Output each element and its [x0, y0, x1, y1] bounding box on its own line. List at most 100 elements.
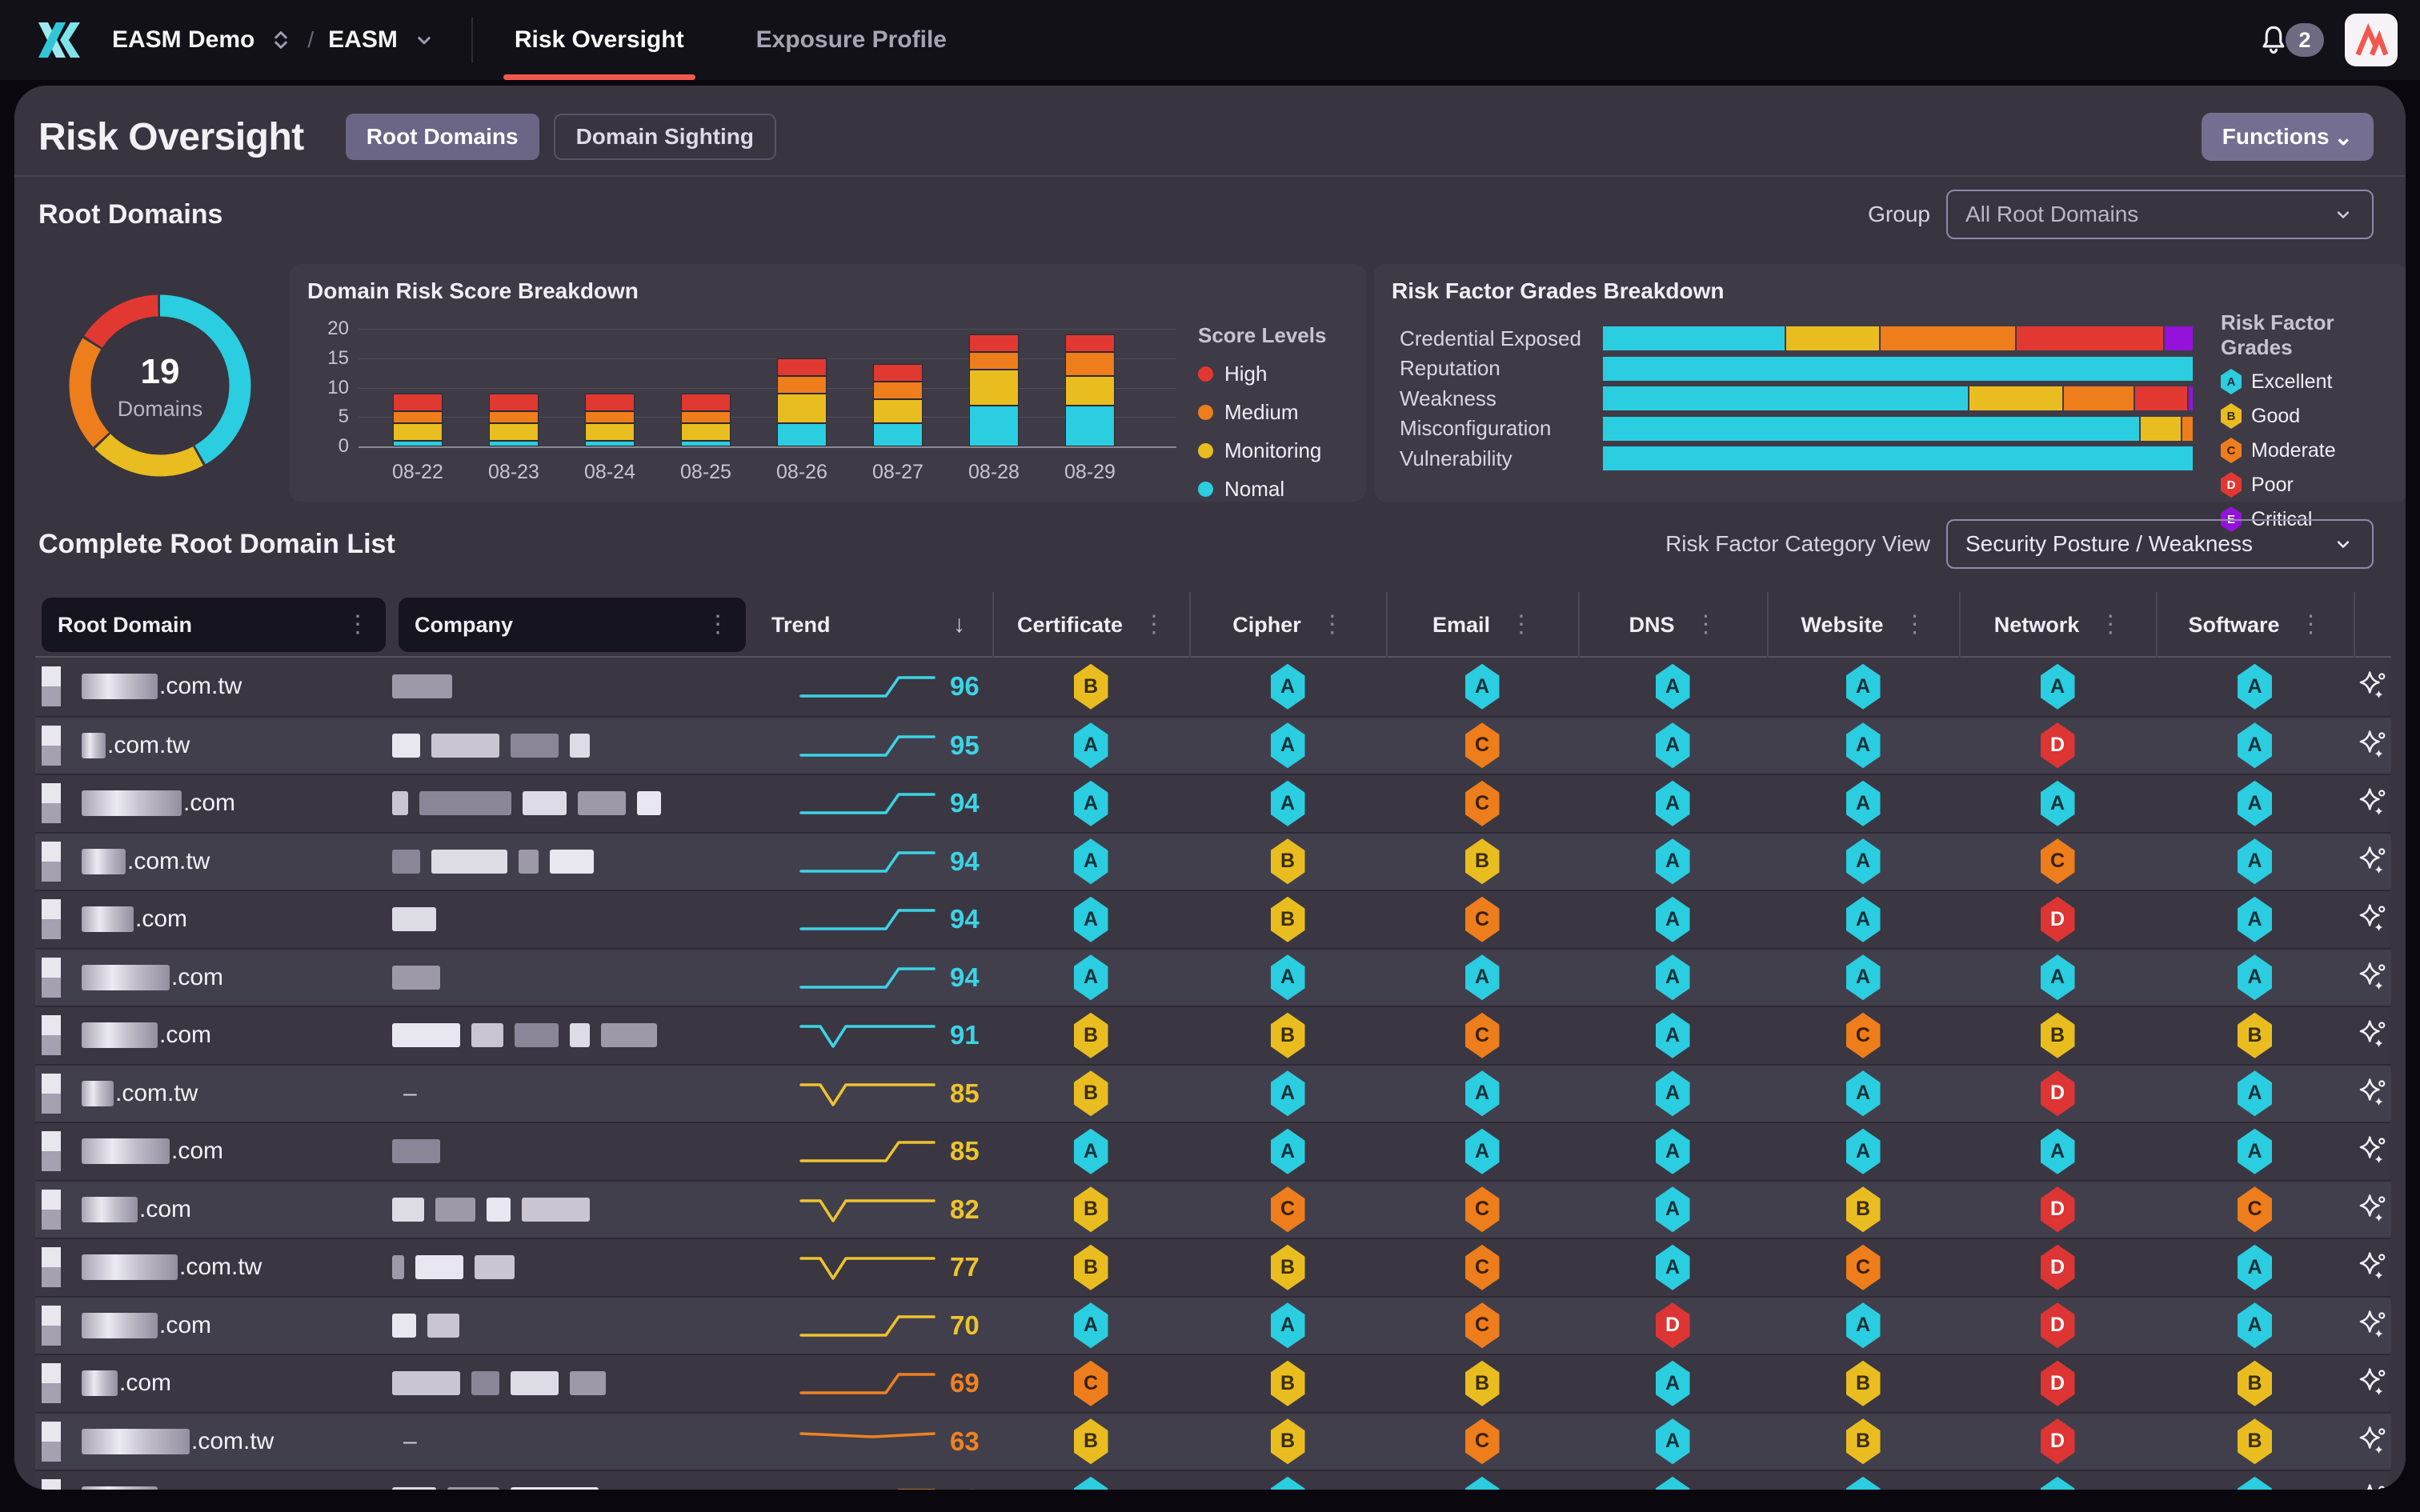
sparkles-action-icon[interactable]	[2358, 962, 2387, 994]
grade-badge-d[interactable]: D	[2041, 1302, 2075, 1348]
grade-badge-a[interactable]: A	[2238, 781, 2272, 826]
grade-badge-b[interactable]: B	[2238, 1361, 2272, 1406]
grade-badge-a[interactable]: A	[1271, 1070, 1305, 1116]
grade-badge-d[interactable]: D	[2041, 1418, 2075, 1464]
grade-badge-c[interactable]: C	[1465, 722, 1500, 768]
grade-badge-a[interactable]: A	[1271, 1477, 1305, 1490]
grade-badge-a[interactable]: A	[2041, 664, 2075, 710]
app-logo-icon[interactable]	[34, 14, 85, 66]
column-menu-icon[interactable]: ⋮	[1509, 616, 1533, 634]
grade-badge-a[interactable]: A	[1074, 1302, 1108, 1348]
sparkles-action-icon[interactable]	[2358, 1310, 2387, 1342]
grade-badge-a[interactable]: A	[1656, 781, 1690, 826]
grade-badge-b[interactable]: B	[1271, 1361, 1305, 1406]
grade-badge-b[interactable]: B	[1271, 1013, 1305, 1058]
root-domain-cell[interactable]: .com	[35, 950, 392, 1006]
grade-badge-a[interactable]: A	[2238, 954, 2272, 1000]
sort-desc-icon[interactable]: ↓	[953, 611, 965, 638]
root-domain-cell[interactable]: .com.tw	[35, 834, 392, 890]
sparkles-action-icon[interactable]	[2358, 730, 2387, 762]
table-row[interactable]: .com94AACAAAA	[35, 774, 2391, 832]
column-menu-icon[interactable]: ⋮	[2299, 616, 2323, 634]
sparkles-action-icon[interactable]	[2358, 1019, 2387, 1051]
root-domain-cell[interactable]: .com.tw	[35, 1414, 392, 1470]
grade-badge-a[interactable]: A	[1074, 954, 1108, 1000]
column-header-root-domain[interactable]: Root Domain⋮	[42, 598, 386, 652]
grade-badge-a[interactable]: A	[1656, 1129, 1690, 1174]
grade-badge-b[interactable]: B	[1074, 1186, 1108, 1232]
risk-factor-category-select[interactable]: Security Posture / Weakness	[1946, 519, 2374, 569]
grade-badge-a[interactable]: A	[1846, 664, 1881, 710]
toggle-domain-sighting[interactable]: Domain Sighting	[554, 114, 776, 160]
grade-badge-c[interactable]: C	[1465, 1013, 1500, 1058]
root-domain-cell[interactable]: .com	[35, 1471, 392, 1490]
grade-badge-b[interactable]: B	[1271, 897, 1305, 942]
selector-updown-icon[interactable]	[269, 28, 293, 52]
column-header-company[interactable]: Company⋮	[399, 598, 746, 652]
grade-badge-a[interactable]: A	[1074, 1477, 1108, 1490]
column-header-network[interactable]: Network⋮	[1959, 592, 2156, 658]
grade-badge-c[interactable]: C	[1465, 897, 1500, 942]
grade-badge-a[interactable]: A	[1656, 838, 1690, 884]
grade-badge-a[interactable]: A	[1074, 722, 1108, 768]
grade-badge-a[interactable]: A	[1656, 1477, 1690, 1490]
avatar[interactable]	[2345, 14, 2398, 66]
grade-badge-a[interactable]: A	[1656, 954, 1690, 1000]
grade-badge-a[interactable]: A	[2238, 722, 2272, 768]
grade-badge-a[interactable]: A	[1846, 1302, 1881, 1348]
chevron-down-icon[interactable]	[412, 28, 436, 52]
table-row[interactable]: .com91BBCACBB	[35, 1006, 2391, 1064]
grade-badge-a[interactable]: A	[1846, 1070, 1881, 1116]
grade-badge-a[interactable]: A	[1271, 664, 1305, 710]
grade-badge-a[interactable]: A	[2238, 897, 2272, 942]
table-row[interactable]: .com70AACDADA	[35, 1296, 2391, 1354]
table-row[interactable]: .com.tw95AACAADA	[35, 716, 2391, 774]
grade-badge-c[interactable]: C	[1465, 781, 1500, 826]
grade-badge-d[interactable]: D	[2041, 1070, 2075, 1116]
grade-badge-a[interactable]: A	[1271, 1129, 1305, 1174]
grade-badge-a[interactable]: A	[1465, 1129, 1500, 1174]
grade-badge-a[interactable]: A	[2238, 838, 2272, 884]
grade-badge-a[interactable]: A	[1271, 781, 1305, 826]
column-header-website[interactable]: Website⋮	[1767, 592, 1959, 658]
grade-badge-c[interactable]: C	[1465, 1186, 1500, 1232]
grade-badge-a[interactable]: A	[1074, 781, 1108, 826]
sparkles-action-icon[interactable]	[2358, 787, 2387, 819]
grade-badge-b[interactable]: B	[1074, 1245, 1108, 1290]
root-domain-cell[interactable]: .com	[35, 1123, 392, 1180]
grade-badge-a[interactable]: A	[2238, 1129, 2272, 1174]
grade-badge-d[interactable]: D	[2041, 722, 2075, 768]
grade-badge-c[interactable]: C	[1271, 1186, 1305, 1232]
root-domain-cell[interactable]: .com.tw	[35, 718, 392, 774]
grade-badge-c[interactable]: C	[1465, 1302, 1500, 1348]
tab-exposure-profile[interactable]: Exposure Profile	[756, 0, 947, 80]
root-domain-cell[interactable]: .com	[35, 891, 392, 948]
grade-badge-a[interactable]: A	[1656, 1186, 1690, 1232]
grade-badge-a[interactable]: A	[1271, 722, 1305, 768]
grade-badge-d[interactable]: D	[1656, 1302, 1690, 1348]
grade-badge-b[interactable]: B	[2238, 1418, 2272, 1464]
grade-badge-a[interactable]: A	[1846, 1477, 1881, 1490]
grade-badge-c[interactable]: C	[1074, 1361, 1108, 1406]
grade-badge-c[interactable]: C	[1465, 1418, 1500, 1464]
column-header-cipher[interactable]: Cipher⋮	[1189, 592, 1386, 658]
sparkles-action-icon[interactable]	[2358, 1194, 2387, 1226]
grade-badge-b[interactable]: B	[1271, 838, 1305, 884]
project-name[interactable]: EASM	[328, 26, 398, 54]
column-header-certificate[interactable]: Certificate⋮	[992, 592, 1189, 658]
column-menu-icon[interactable]: ⋮	[706, 616, 730, 634]
grade-badge-c[interactable]: C	[1846, 1245, 1881, 1290]
org-name[interactable]: EASM Demo	[112, 26, 254, 54]
column-menu-icon[interactable]: ⋮	[2098, 616, 2122, 634]
sparkles-action-icon[interactable]	[2358, 846, 2387, 878]
grade-badge-a[interactable]: A	[1656, 1245, 1690, 1290]
grade-badge-a[interactable]: A	[1846, 722, 1881, 768]
group-select[interactable]: All Root Domains	[1946, 190, 2374, 239]
table-row[interactable]: .com94AAAAAAA	[35, 948, 2391, 1006]
column-menu-icon[interactable]: ⋮	[1320, 616, 1344, 634]
sparkles-action-icon[interactable]	[2358, 1251, 2387, 1283]
grade-badge-b[interactable]: B	[1465, 838, 1500, 884]
notification-count-badge[interactable]: 2	[2286, 23, 2324, 57]
grade-badge-a[interactable]: A	[1074, 897, 1108, 942]
sparkles-action-icon[interactable]	[2358, 903, 2387, 935]
